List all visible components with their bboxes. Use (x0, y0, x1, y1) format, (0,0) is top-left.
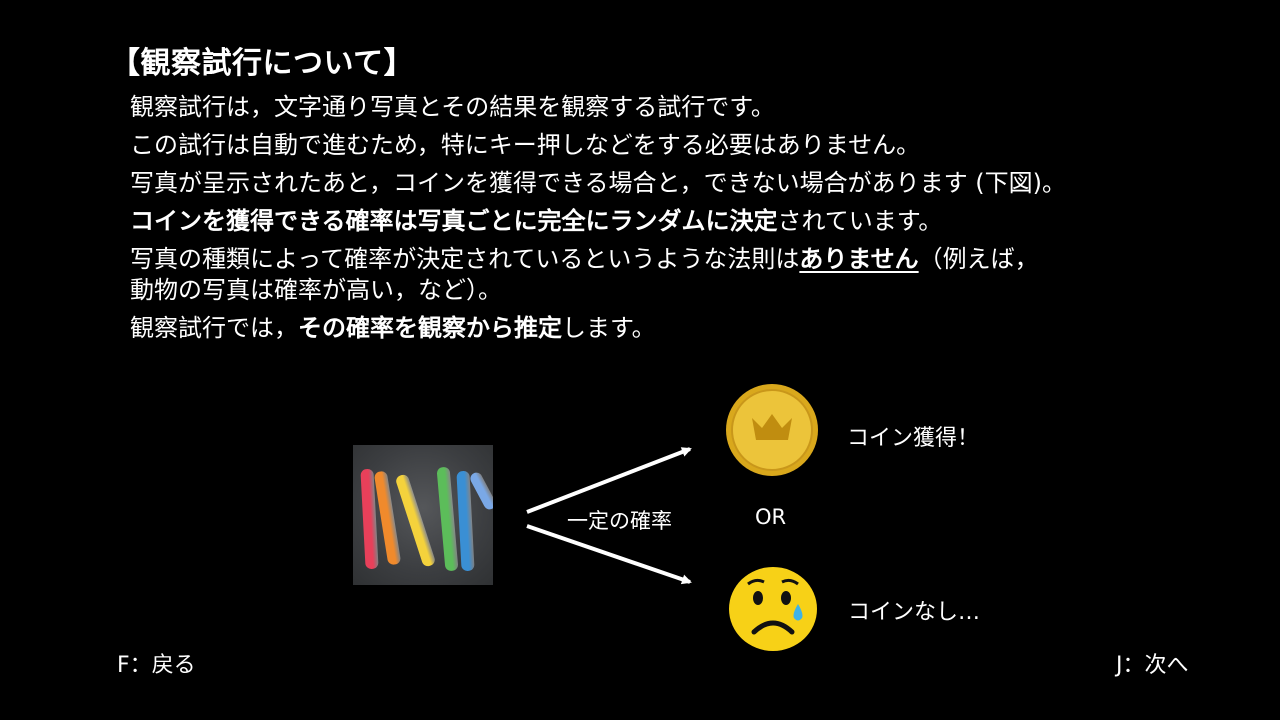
next-key-hint: J：次へ (1116, 653, 1189, 678)
back-key-hint: F：戻る (117, 653, 196, 678)
paragraph-5-post: （例えば， (918, 245, 1039, 273)
paragraph-5-pre: 写真の種類によって確率が決定されているというような法則は (130, 245, 800, 273)
page-title: 【観察試行について】 (110, 46, 415, 81)
paragraph-5-bold: ありません (799, 245, 919, 273)
paragraph-5: 写真の種類によって確率が決定されているというような法則はありません（例えば， 動物… (130, 244, 1190, 306)
paragraph-2-text: この試行は自動で進むため，特にキー押しなどをする必要はありません。 (130, 131, 921, 159)
chalk-stick (468, 470, 493, 512)
paragraph-1: 観察試行は，文字通り写真とその結果を観察する試行です。 (130, 92, 1190, 123)
instruction-text: 観察試行は，文字通り写真とその結果を観察する試行です。 この試行は自動で進むため… (130, 92, 1190, 351)
chalk-stick (394, 473, 437, 568)
paragraph-4-rest: されています。 (777, 207, 943, 235)
paragraph-6-bold: その確率を観察から推定 (298, 314, 562, 342)
sample-photo-chalk (353, 445, 493, 585)
sad-face-icon (729, 567, 817, 651)
coin-get-label: コイン獲得！ (847, 426, 980, 451)
arrow-up (526, 447, 692, 514)
paragraph-6: 観察試行では，その確率を観察から推定します。 (130, 313, 1190, 344)
paragraph-6-pre: 観察試行では， (130, 314, 298, 342)
chalk-stick (456, 470, 475, 572)
chalk-stick (436, 466, 459, 572)
paragraph-3: 写真が呈示されたあと，コインを獲得できる場合と，できない場合があります (下図)… (130, 168, 1190, 199)
paragraph-1-text: 観察試行は，文字通り写真とその結果を観察する試行です。 (130, 93, 775, 121)
paragraph-2: この試行は自動で進むため，特にキー押しなどをする必要はありません。 (130, 130, 1190, 161)
or-label: OR (755, 505, 787, 529)
paragraph-3-text: 写真が呈示されたあと，コインを獲得できる場合と，できない場合があります (下図)… (130, 169, 1066, 197)
paragraph-4: コインを獲得できる確率は写真ごとに完全にランダムに決定されています。 (130, 206, 1190, 237)
probability-label: 一定の確率 (567, 509, 672, 533)
paragraph-5-line2: 動物の写真は確率が高い，など）。 (130, 276, 502, 304)
paragraph-6-post: します。 (562, 314, 656, 342)
no-coin-label: コインなし… (848, 600, 981, 625)
paragraph-4-bold: コインを獲得できる確率は写真ごとに完全にランダムに決定 (130, 207, 778, 235)
coin-icon (726, 384, 818, 476)
